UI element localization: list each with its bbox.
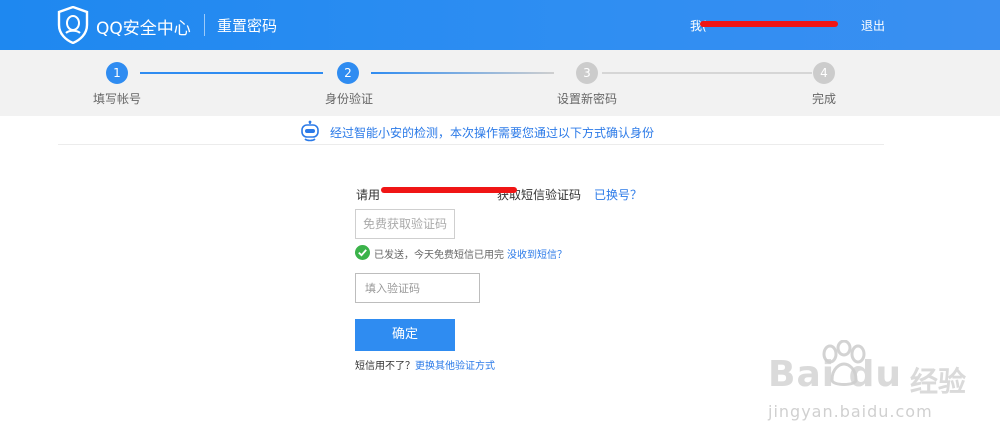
page-title: 重置密码 [217,17,278,35]
step-circle-2: 2 [337,62,359,84]
watermark-url: jingyan.baidu.com [768,402,933,421]
robot-icon [301,120,319,142]
step-connector [602,72,812,74]
sms-instruction-prefix: 请用 [356,188,381,202]
step-circle-4: 4 [813,62,835,84]
step-label-2: 身份验证 [325,92,374,106]
redaction-mark [381,187,517,193]
step-circle-1: 1 [106,62,128,84]
logout-link[interactable]: 退出 [861,17,885,34]
step-label-1: 填写帐号 [93,92,142,106]
section-divider [58,144,884,145]
other-methods-link[interactable]: 更换其他验证方式 [415,361,495,372]
baidu-watermark: Bai du 经验 jingyan.baidu.com [760,340,975,430]
changed-number-link[interactable]: 已换号？ [594,186,642,203]
step-label-3: 设置新密码 [557,92,618,106]
check-circle-icon [355,245,370,260]
other-methods: 短信用不了？更换其他验证方式 [355,357,495,372]
step-circle-3: 3 [576,62,598,84]
top-header: QQ安全中心 重置密码 我( 退出 [0,0,1000,50]
confirm-button[interactable]: 确定 [355,319,455,351]
other-methods-prefix: 短信用不了？ [355,361,415,372]
step-label-4: 完成 [812,92,837,106]
step-connector [140,72,323,74]
notice-text: 经过智能小安的检测，本次操作需要您通过以下方式确认身份 [330,126,655,140]
verification-code-input[interactable] [355,273,480,303]
progress-steps: 1 2 3 4 填写帐号 身份验证 设置新密码 完成 [0,50,1000,116]
not-received-link[interactable]: 没收到短信？ [507,246,567,261]
sent-status-text: 已发送，今天免费短信已用完 [374,250,504,261]
watermark-brand: Bai du [768,354,903,395]
step-connector [371,72,554,74]
watermark-label: 经验 [910,365,967,398]
shield-penguin-icon [57,6,89,44]
header-divider [204,14,205,36]
get-code-button[interactable]: 免费获取验证码 [355,209,455,239]
redaction-mark [700,21,838,27]
brand-name: QQ安全中心 [96,19,191,39]
